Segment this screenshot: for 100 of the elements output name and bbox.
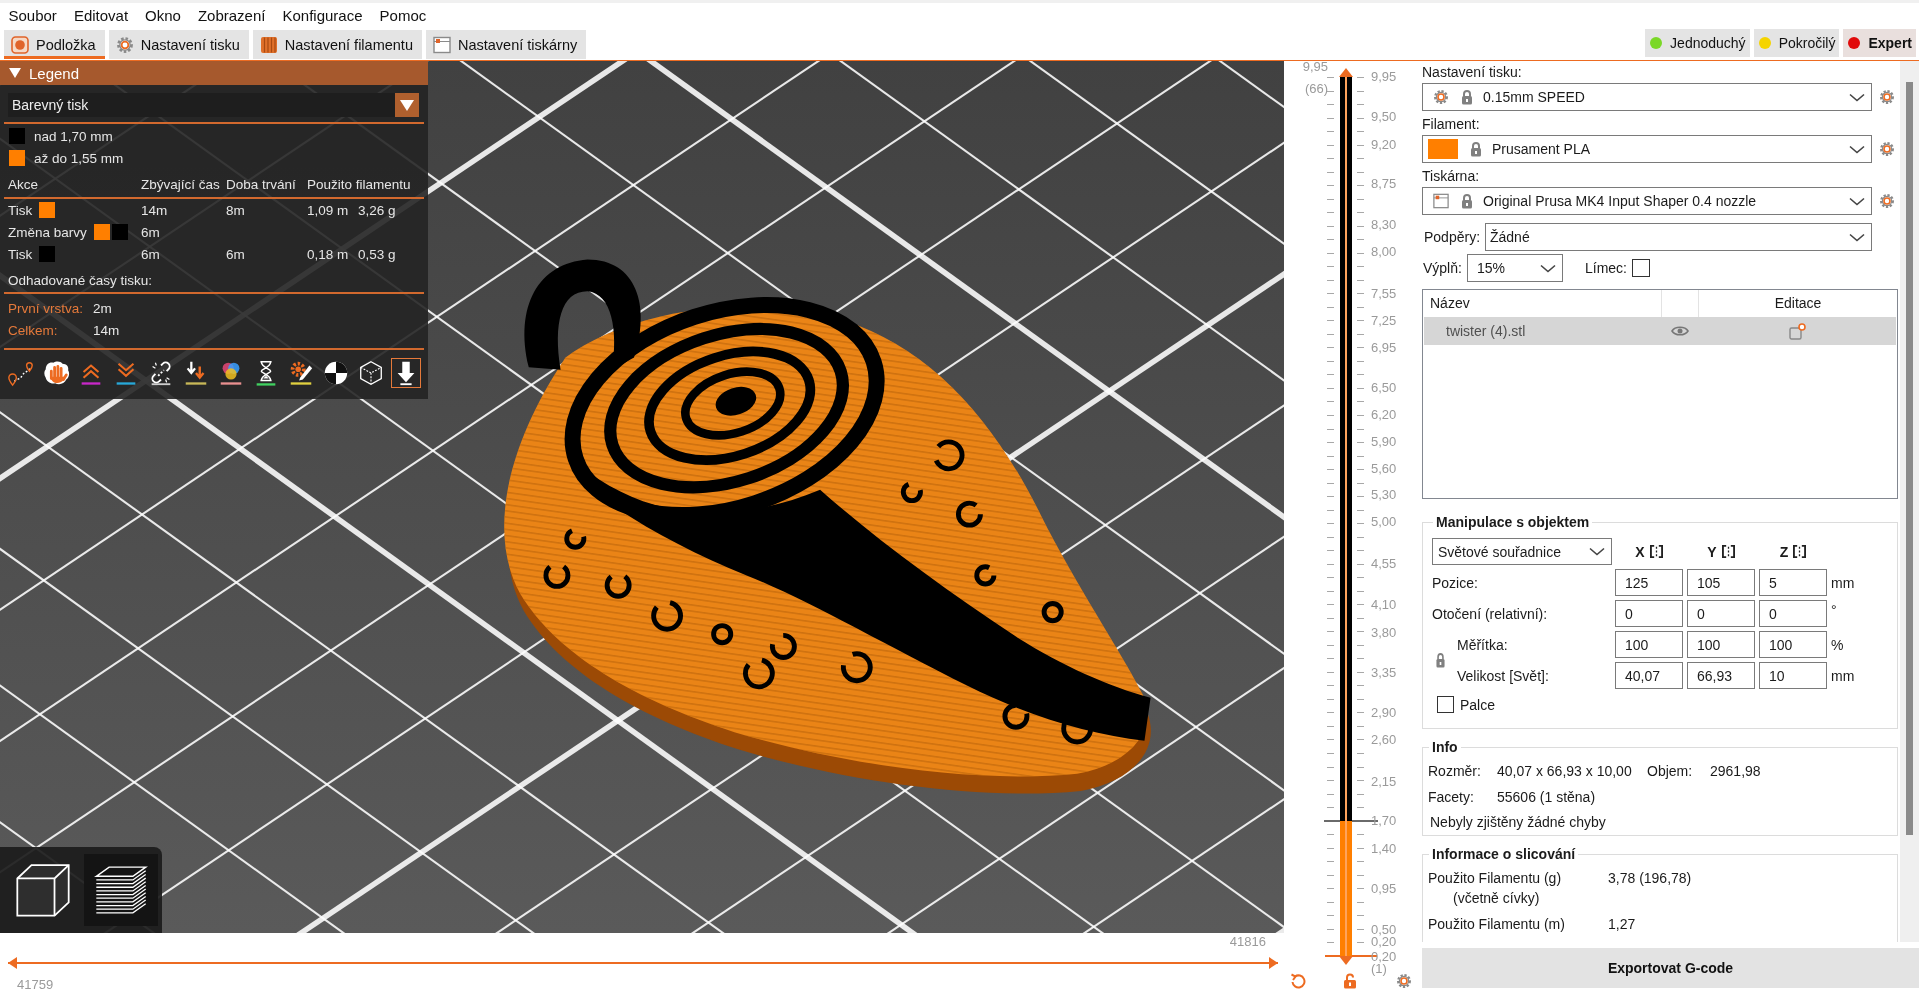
field-label: Objem: (1647, 763, 1694, 779)
tick-label: 5,90 (1371, 435, 1397, 449)
table-cell-text: 6m (141, 246, 161, 262)
gear-icon (1433, 89, 1449, 105)
menu-item[interactable]: Okno (136, 5, 190, 27)
preview-button[interactable] (84, 854, 158, 926)
slider-thumb[interactable] (1269, 957, 1278, 969)
lock-icon (1459, 89, 1475, 105)
tab[interactable]: Podložka (4, 30, 105, 59)
number-field[interactable]: 0 (1615, 600, 1683, 627)
menu-item[interactable]: Zobrazení (189, 5, 274, 27)
coordinates-dropdown[interactable]: Světové souřadnice (1432, 538, 1612, 565)
export-button[interactable]: Exportovat G-code (1422, 948, 1919, 988)
thumb-layer: (66) (1304, 82, 1328, 96)
number-field[interactable]: 10 (1759, 662, 1827, 689)
section-title: Informace o slicování (1431, 846, 1577, 863)
tick-label: 2,60 (1371, 733, 1397, 747)
field-label: Výplň: (1422, 260, 1463, 276)
layer-slider-track[interactable] (1339, 68, 1353, 966)
tick-label: 2,15 (1371, 775, 1397, 789)
estimate-label: První vrstva: (8, 300, 84, 316)
view-type-dropdown[interactable]: Barevný tisk (8, 93, 419, 117)
object-row[interactable]: twister (4).stl (1424, 317, 1896, 345)
hand-icon (42, 359, 70, 387)
number-field[interactable]: 100 (1687, 631, 1755, 658)
estimate-value: 2m (93, 300, 113, 316)
field-label: Límec: (1585, 260, 1627, 276)
tick-label: 7,55 (1371, 287, 1397, 301)
eye-icon[interactable] (1671, 324, 1689, 338)
column-header: Zbývající čas (141, 176, 221, 192)
legend-title: Legend (29, 64, 80, 82)
settings-icon[interactable] (1879, 193, 1895, 209)
legend-toolbar-button[interactable] (391, 358, 421, 388)
tick-label: 3,80 (1371, 626, 1397, 640)
slider-thumb[interactable] (8, 957, 17, 969)
tick-label: 9,20 (1371, 138, 1397, 152)
route-pins-icon (7, 359, 35, 387)
tab[interactable]: Nastavení filamentu (252, 30, 422, 59)
undo-icon[interactable] (1290, 973, 1306, 989)
chevron-down-icon (1849, 232, 1865, 242)
number-field[interactable]: 5 (1759, 569, 1827, 596)
checkbox[interactable] (1632, 259, 1650, 277)
menu-item[interactable]: Konfigurace (274, 5, 372, 27)
number-field[interactable]: 66,93 (1687, 662, 1755, 689)
number-field[interactable]: 105 (1687, 569, 1755, 596)
menu-item[interactable]: Editovat (65, 5, 137, 27)
number-field[interactable]: 125 (1615, 569, 1683, 596)
tick-label: 2,90 (1371, 706, 1397, 720)
settings-icon[interactable] (1396, 973, 1412, 989)
supports-dropdown[interactable]: Žádné (1485, 223, 1872, 251)
field-value: 55606 (1 stěna) (1497, 788, 1597, 805)
infill-dropdown[interactable]: 15% (1467, 254, 1563, 282)
axis-label: Y (1707, 543, 1717, 560)
menu-item[interactable]: Soubor (0, 5, 66, 27)
tab[interactable]: Nastavení tiskárny (425, 30, 587, 59)
object-settings-icon[interactable] (1788, 322, 1806, 340)
print-settings-dropdown[interactable]: 0.15mm SPEED (1422, 83, 1872, 111)
tick-label: 6,50 (1371, 381, 1397, 395)
checkbox[interactable] (1437, 696, 1454, 713)
number-field[interactable]: 0 (1759, 600, 1827, 627)
slider-value: 41816 (1229, 935, 1266, 949)
filament-dropdown[interactable]: Prusament PLA (1422, 135, 1872, 163)
tick-label: 0,95 (1371, 882, 1397, 896)
status-text: Nebyly zjištěny žádné chyby (1429, 814, 1607, 830)
number-field[interactable]: 100 (1615, 631, 1683, 658)
field-value: 2961,98 (1710, 763, 1762, 779)
estimate-value: 14m (93, 322, 121, 338)
spool-icon (259, 35, 278, 54)
thumb-value: 9,95 (1302, 61, 1328, 74)
scrollbar-thumb[interactable] (1906, 82, 1913, 835)
mode-button[interactable]: Jednoduchý (1645, 29, 1750, 57)
mode-button[interactable]: Expert (1843, 29, 1916, 57)
column-header: Použito filamentu (307, 176, 412, 192)
number-field[interactable]: 40,07 (1615, 662, 1683, 689)
field-label: Tiskárna: (1422, 167, 1481, 186)
object-name: twister (4).stl (1445, 323, 1527, 339)
field-value: 3,78 (196,78) (1608, 869, 1693, 888)
gear-icon (115, 35, 134, 54)
unit-label: ° (1831, 602, 1838, 618)
table-cell-text: 0,18 m (307, 246, 350, 262)
tick-label: 0,50 (1371, 923, 1397, 937)
menu-item[interactable]: Pomoc (371, 5, 435, 27)
field-label: Měřítka: (1457, 636, 1509, 653)
thumb-value: 0,20 (1371, 950, 1397, 964)
tick-label: 5,30 (1371, 488, 1397, 502)
tick-label: 1,40 (1371, 842, 1397, 856)
legend-header[interactable]: Legend (0, 61, 428, 85)
settings-icon[interactable] (1879, 89, 1895, 105)
number-field[interactable]: 100 (1759, 631, 1827, 658)
printer-dropdown[interactable]: Original Prusa MK4 Input Shaper 0.4 nozzle (1422, 187, 1872, 215)
settings-icon[interactable] (1879, 141, 1895, 157)
number-field[interactable]: 0 (1687, 600, 1755, 627)
table-cell-text: 0,53 g (358, 246, 397, 262)
field-note: (včetně cívky) (1452, 889, 1541, 907)
unlocked-lock-icon[interactable] (1342, 973, 1358, 989)
tick-label: 8,75 (1371, 177, 1397, 191)
range-label: až do 1,55 mm (34, 150, 124, 166)
bracket-icon (1793, 545, 1807, 558)
axis-label: X (1635, 543, 1645, 560)
tab[interactable]: Nastavení tisku (108, 30, 249, 59)
